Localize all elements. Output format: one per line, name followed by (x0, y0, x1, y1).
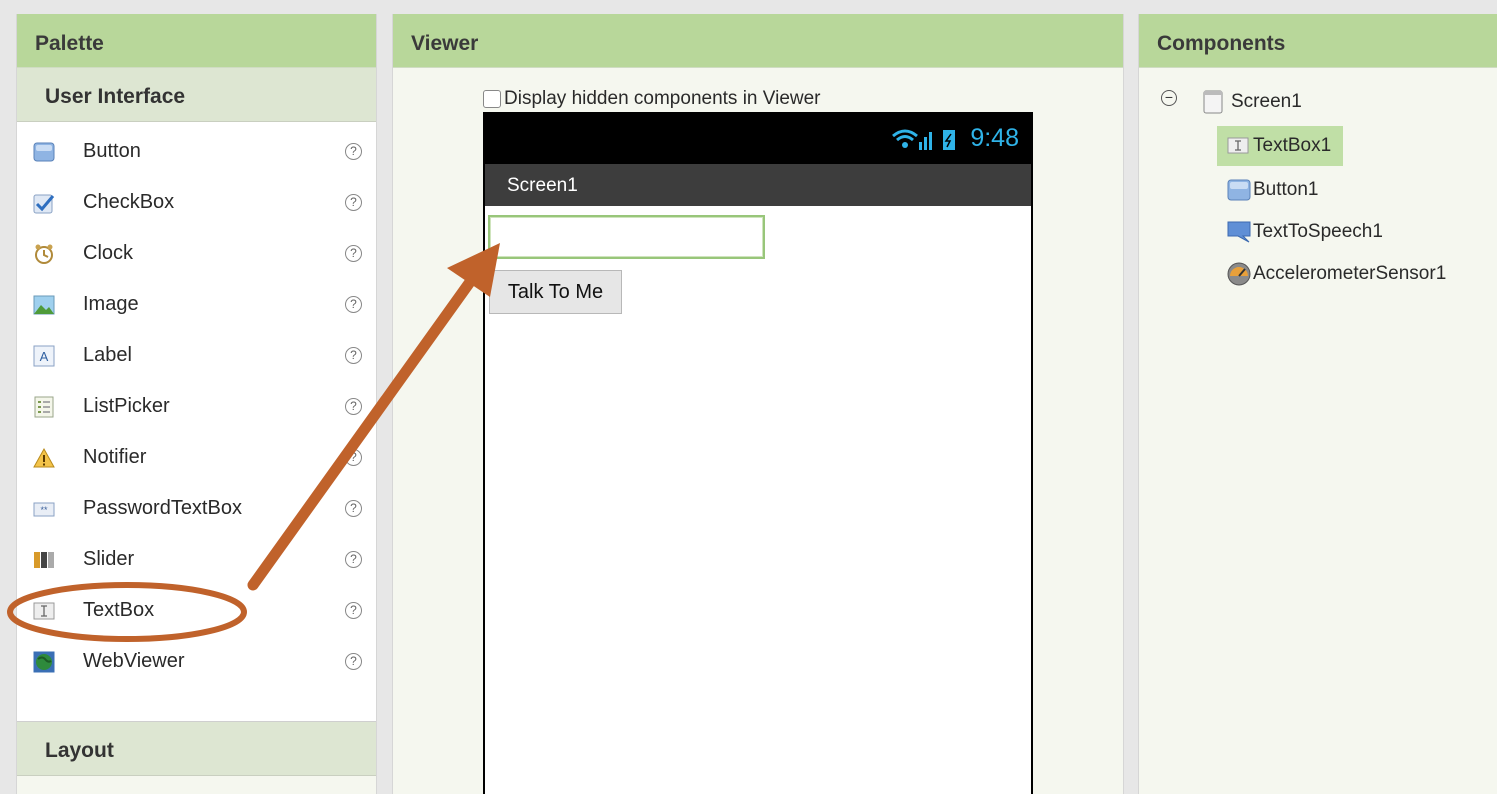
display-hidden-checkbox[interactable] (483, 90, 501, 108)
tree-item-label: AccelerometerSensor1 (1253, 263, 1447, 284)
phone-screen: Talk To Me (485, 206, 1031, 794)
screen-title-bar: Screen1 (485, 164, 1031, 206)
help-icon[interactable]: ? (345, 296, 362, 313)
viewer-header: Viewer (393, 14, 1123, 68)
components-panel: Components − Screen1 TextBox1 Button1 Te… (1138, 14, 1497, 794)
help-icon[interactable]: ? (345, 500, 362, 517)
palette-item-label: Image (83, 293, 139, 315)
speech-icon (1227, 221, 1251, 243)
palette-item-label: ListPicker (83, 395, 170, 417)
palette-item-label: PasswordTextBox (83, 497, 242, 519)
palette-item-slider[interactable]: Slider ? (17, 534, 376, 585)
components-header: Components (1139, 14, 1497, 68)
checkbox-icon (33, 194, 55, 213)
display-hidden-toggle[interactable]: Display hidden components in Viewer (483, 88, 821, 110)
textbox1-preview[interactable] (488, 215, 765, 259)
help-icon[interactable]: ? (345, 398, 362, 415)
collapse-icon[interactable]: − (1161, 90, 1177, 106)
talk-to-me-button[interactable]: Talk To Me (489, 270, 622, 314)
help-icon[interactable]: ? (345, 449, 362, 466)
palette-item-label: Button (83, 140, 141, 162)
palette-item-label: Clock (83, 242, 134, 264)
listpicker-icon (34, 396, 54, 417)
wifi-signal-battery-icon (892, 129, 955, 150)
notifier-icon (33, 447, 55, 467)
webviewer-icon (33, 651, 55, 672)
palette-item-webviewer[interactable]: WebViewer ? (17, 636, 376, 687)
phone-preview: 9:48 Screen1 Talk To Me (483, 112, 1033, 794)
tree-item-texttospeech1[interactable]: TextToSpeech1 (1227, 214, 1383, 250)
palette-item-image[interactable]: Image ? (17, 279, 376, 330)
svg-text:**: ** (40, 505, 48, 515)
accelerometer-icon (1227, 262, 1251, 286)
tree-item-label: Screen1 (1231, 91, 1302, 112)
button-icon (1227, 179, 1251, 201)
image-icon (33, 295, 55, 314)
display-hidden-label: Display hidden components in Viewer (504, 88, 821, 109)
svg-text:A: A (40, 349, 49, 364)
slider-icon (34, 551, 54, 568)
help-icon[interactable]: ? (345, 194, 362, 211)
phone-status-bar: 9:48 (485, 114, 1031, 164)
tree-item-label: TextBox1 (1253, 135, 1332, 156)
palette-item-label: Notifier (83, 446, 147, 468)
palette-item-textbox[interactable]: TextBox ? (17, 585, 376, 636)
palette-item-label: CheckBox (83, 191, 175, 213)
palette-header: Palette (17, 14, 376, 68)
status-time: 9:48 (970, 124, 1019, 152)
help-icon[interactable]: ? (345, 143, 362, 160)
tree-item-label: TextToSpeech1 (1253, 221, 1383, 242)
tree-item-screen1[interactable]: Screen1 (1201, 84, 1302, 120)
password-icon: ** (33, 502, 55, 516)
help-icon[interactable]: ? (345, 551, 362, 568)
tree-item-button1[interactable]: Button1 (1227, 172, 1319, 208)
palette-item-label: TextBox (83, 599, 155, 621)
palette-item-clock[interactable]: Clock ? (17, 228, 376, 279)
palette-list: Button ? CheckBox ? Clock ? Image ? A La… (17, 122, 376, 722)
textbox-icon (1227, 137, 1249, 154)
button-icon (33, 142, 55, 161)
help-icon[interactable]: ? (345, 602, 362, 619)
tree-item-label: Button1 (1253, 179, 1319, 200)
help-icon[interactable]: ? (345, 347, 362, 364)
help-icon[interactable]: ? (345, 245, 362, 262)
palette-panel: Palette User Interface Button ? CheckBox… (16, 14, 377, 794)
help-icon[interactable]: ? (345, 653, 362, 670)
palette-item-label: WebViewer (83, 650, 185, 672)
palette-item-label: Slider (83, 548, 135, 570)
palette-item-notifier[interactable]: Notifier ? (17, 432, 376, 483)
palette-section-user-interface[interactable]: User Interface (17, 68, 376, 122)
tree-item-textbox1[interactable]: TextBox1 (1217, 126, 1344, 166)
screen-icon (1203, 90, 1223, 114)
palette-item-listpicker[interactable]: ListPicker ? (17, 381, 376, 432)
label-icon: A (33, 345, 55, 366)
palette-item-passwordtextbox[interactable]: ** PasswordTextBox ? (17, 483, 376, 534)
palette-item-checkbox[interactable]: CheckBox ? (17, 177, 376, 228)
textbox-icon (33, 602, 55, 619)
palette-item-button[interactable]: Button ? (17, 126, 376, 177)
viewer-panel: Viewer Display hidden components in View… (392, 14, 1124, 794)
palette-section-layout[interactable]: Layout (17, 722, 376, 776)
palette-item-label: Label (83, 344, 132, 366)
clock-icon (35, 244, 53, 264)
palette-item-label[interactable]: A Label ? (17, 330, 376, 381)
tree-item-accelerometersensor1[interactable]: AccelerometerSensor1 (1227, 256, 1446, 292)
